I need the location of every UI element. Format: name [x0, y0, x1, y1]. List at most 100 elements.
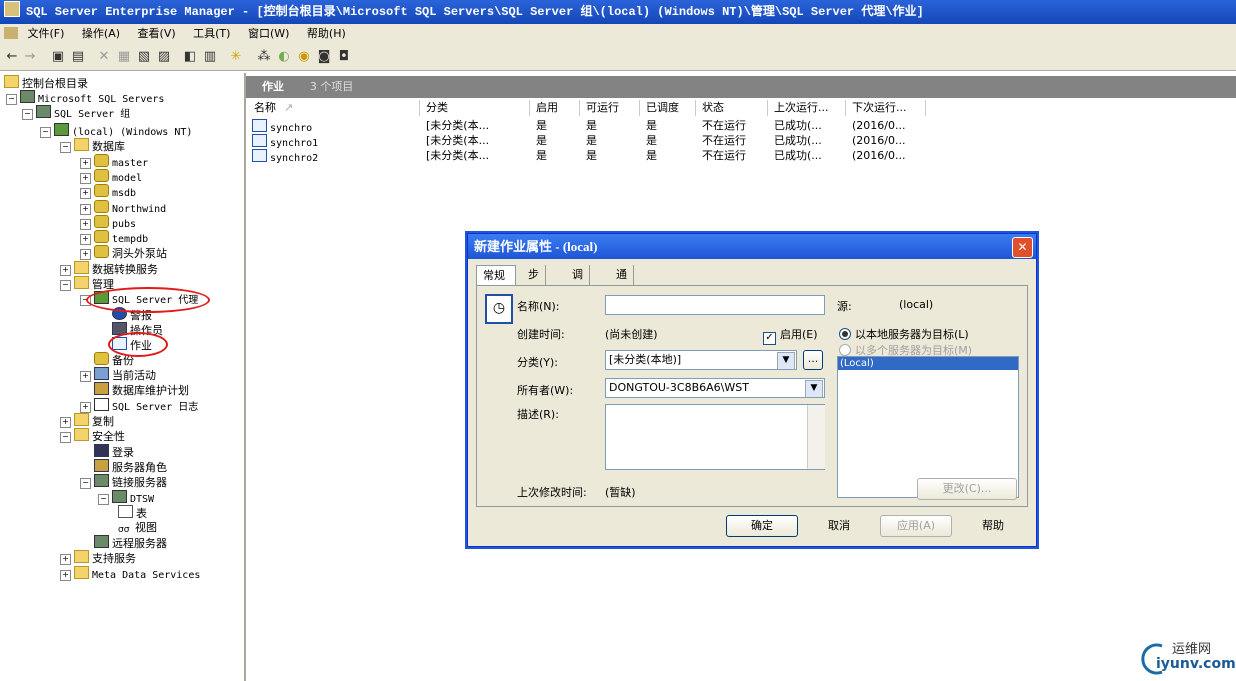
- tree-db-item[interactable]: + 洞头外泵站: [80, 245, 167, 260]
- tree-linked-servers[interactable]: − 链接服务器: [80, 474, 167, 489]
- tab-notifications[interactable]: 通知: [610, 265, 634, 301]
- expand-icon[interactable]: +: [60, 554, 71, 565]
- database-icon[interactable]: ◉: [296, 49, 312, 65]
- table-row[interactable]: synchro2 [未分类(本... 是 是 是 不在运行 已成功(... (2…: [248, 149, 948, 164]
- menu-action[interactable]: 操作(A): [82, 27, 120, 40]
- expand-icon[interactable]: +: [60, 570, 71, 581]
- up-folder-icon[interactable]: ▣: [50, 49, 66, 65]
- tree-db-item[interactable]: + master: [80, 154, 148, 169]
- close-icon[interactable]: ✕: [1012, 237, 1033, 258]
- expand-icon[interactable]: +: [80, 219, 91, 230]
- tree-databases[interactable]: − 数据库: [60, 138, 125, 153]
- column-name[interactable]: 名称 ↗: [248, 100, 420, 116]
- collapse-icon[interactable]: −: [22, 109, 33, 120]
- menu-file[interactable]: 文件(F): [28, 27, 65, 40]
- delete-icon[interactable]: ✕: [96, 49, 112, 65]
- expand-icon[interactable]: +: [80, 249, 91, 260]
- tree-support-services[interactable]: + 支持服务: [60, 550, 136, 565]
- wizard-icon[interactable]: ▥: [202, 49, 218, 65]
- tree-logins[interactable]: 登录: [94, 444, 134, 459]
- collapse-icon[interactable]: −: [60, 432, 71, 443]
- apply-button[interactable]: 应用(A): [880, 515, 952, 537]
- column-last-run[interactable]: 上次运行...: [768, 100, 846, 116]
- expand-icon[interactable]: +: [80, 173, 91, 184]
- column-status[interactable]: 状态: [696, 100, 768, 116]
- tree-security[interactable]: − 安全性: [60, 428, 125, 443]
- collapse-icon[interactable]: −: [60, 280, 71, 291]
- export-icon[interactable]: ▨: [156, 49, 172, 65]
- ok-button[interactable]: 确定: [726, 515, 798, 537]
- tree-sql-logs[interactable]: + SQL Server 日志: [80, 398, 198, 413]
- dialog-title-bar[interactable]: 新建作业属性 - (local): [468, 234, 1036, 259]
- expand-icon[interactable]: +: [80, 204, 91, 215]
- collapse-icon[interactable]: −: [60, 142, 71, 153]
- tree-db-item[interactable]: + msdb: [80, 184, 136, 199]
- star-icon[interactable]: ✳: [228, 49, 244, 65]
- menu-window[interactable]: 窗口(W): [248, 27, 289, 40]
- show-tree-icon[interactable]: ▤: [70, 49, 86, 65]
- tree-meta-data[interactable]: + Meta Data Services: [60, 566, 200, 581]
- window-title-bar[interactable]: SQL Server Enterprise Manager - [控制台根目录\…: [0, 0, 1236, 24]
- tree-tables[interactable]: 表: [118, 505, 147, 520]
- target-server-list[interactable]: (Local): [837, 356, 1019, 498]
- owner-select[interactable]: DONGTOU-3C8B6A6\WST ▼: [605, 378, 825, 398]
- tree-local-server[interactable]: − (local) (Windows NT): [40, 123, 192, 138]
- collapse-icon[interactable]: −: [40, 127, 51, 138]
- column-category[interactable]: 分类: [420, 100, 530, 116]
- menu-help[interactable]: 帮助(H): [307, 27, 346, 40]
- column-runnable[interactable]: 可运行: [580, 100, 640, 116]
- chevron-down-icon[interactable]: ▼: [777, 352, 795, 369]
- tree-server-group[interactable]: − SQL Server 组: [22, 105, 130, 120]
- tree-root[interactable]: 控制台根目录: [4, 75, 88, 90]
- target-local-radio[interactable]: 以本地服务器为目标(L): [839, 326, 969, 342]
- tree-db-item[interactable]: + model: [80, 169, 142, 184]
- expand-icon[interactable]: +: [80, 188, 91, 199]
- properties-icon[interactable]: ▦: [116, 49, 132, 65]
- enabled-checkbox[interactable]: ✓ 启用(E): [763, 326, 818, 345]
- tab-schedules[interactable]: 调度: [566, 265, 590, 301]
- tab-general[interactable]: 常规: [476, 265, 516, 287]
- expand-icon[interactable]: +: [80, 371, 91, 382]
- query-icon[interactable]: ⁂: [256, 49, 272, 65]
- expand-icon[interactable]: +: [80, 158, 91, 169]
- tree-server-roles[interactable]: 服务器角色: [94, 459, 167, 474]
- tree-db-item[interactable]: + pubs: [80, 215, 136, 230]
- description-textarea[interactable]: [605, 404, 825, 470]
- expand-icon[interactable]: +: [60, 417, 71, 428]
- chevron-down-icon[interactable]: ▼: [805, 380, 823, 397]
- register-icon[interactable]: ◧: [182, 49, 198, 65]
- change-button[interactable]: 更改(C)...: [917, 478, 1017, 500]
- tree-views[interactable]: σσ 视图: [118, 520, 157, 535]
- job-name-input[interactable]: [605, 295, 825, 315]
- job-icon[interactable]: ◙: [316, 49, 332, 65]
- menu-tools[interactable]: 工具(T): [193, 27, 230, 40]
- table-row[interactable]: synchro [未分类(本... 是 是 是 不在运行 已成功(... (20…: [248, 119, 948, 134]
- column-scheduled[interactable]: 已调度: [640, 100, 696, 116]
- tree-db-item[interactable]: + Northwind: [80, 200, 166, 215]
- refresh-icon[interactable]: ▧: [136, 49, 152, 65]
- category-more-button[interactable]: ...: [803, 350, 823, 370]
- collapse-icon[interactable]: −: [98, 494, 109, 505]
- tree-maint-plans[interactable]: 数据库维护计划: [94, 382, 189, 397]
- tree-sql-servers[interactable]: − Microsoft SQL Servers: [6, 90, 164, 105]
- column-next-run[interactable]: 下次运行...: [846, 100, 926, 116]
- schedule-icon[interactable]: ◘: [336, 49, 352, 65]
- menu-view[interactable]: 查看(V): [138, 27, 176, 40]
- tree-current-activity[interactable]: + 当前活动: [80, 367, 156, 382]
- expand-icon[interactable]: +: [60, 265, 71, 276]
- list-item[interactable]: (Local): [838, 357, 1018, 370]
- tree-management[interactable]: − 管理: [60, 276, 114, 291]
- tree-remote-servers[interactable]: 远程服务器: [94, 535, 167, 550]
- category-select[interactable]: [未分类(本地)] ▼: [605, 350, 797, 370]
- back-arrow-icon[interactable]: ←: [4, 49, 20, 65]
- collapse-icon[interactable]: −: [80, 478, 91, 489]
- tree-dtsw[interactable]: − DTSW: [98, 490, 154, 505]
- tree-dts[interactable]: + 数据转换服务: [60, 261, 158, 276]
- expand-icon[interactable]: +: [80, 234, 91, 245]
- help-button[interactable]: 帮助: [958, 515, 1028, 537]
- console-icon[interactable]: [4, 27, 18, 39]
- column-enabled[interactable]: 启用: [530, 100, 580, 116]
- expand-icon[interactable]: +: [80, 402, 91, 413]
- description-scrollbar[interactable]: [807, 405, 825, 469]
- table-row[interactable]: synchro1 [未分类(本... 是 是 是 不在运行 已成功(... (2…: [248, 134, 948, 149]
